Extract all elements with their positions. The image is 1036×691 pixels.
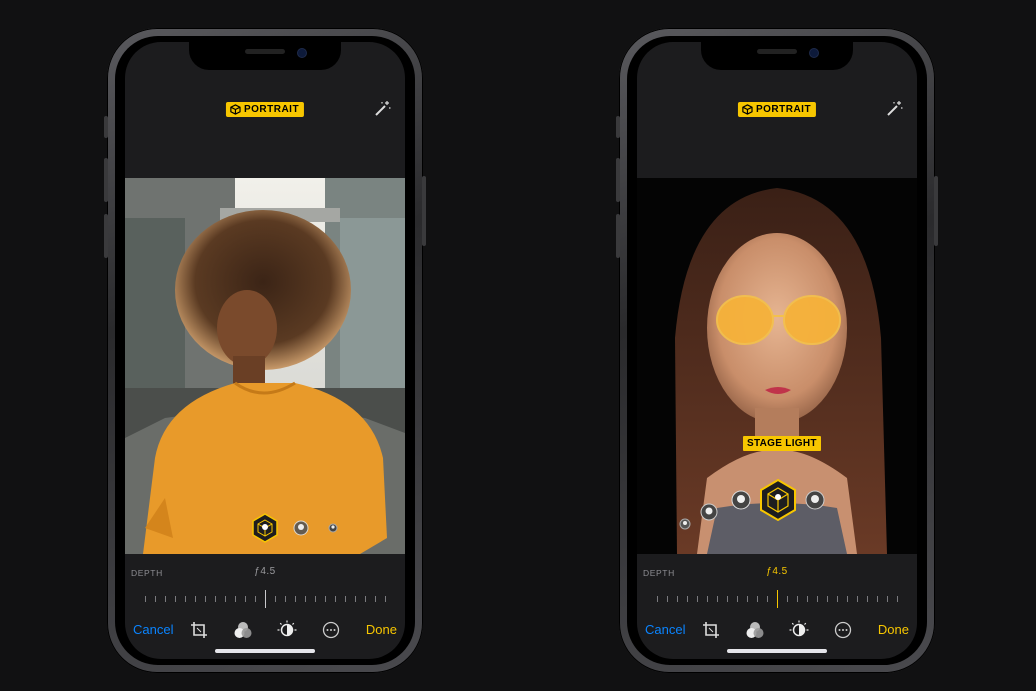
done-button[interactable]: Done <box>366 622 397 637</box>
slider-tick <box>315 596 316 602</box>
side-button <box>934 176 938 246</box>
slider-tick <box>657 596 658 602</box>
slider-tick <box>225 596 226 602</box>
slider-tick <box>285 596 286 602</box>
volume-up-button <box>104 158 108 202</box>
lighting-selector[interactable] <box>667 460 867 540</box>
cube-icon <box>230 104 241 115</box>
lighting-selector[interactable] <box>245 512 355 544</box>
adjust-icon[interactable] <box>277 620 297 640</box>
slider-tick <box>677 596 678 602</box>
slider-tick <box>365 596 366 602</box>
volume-down-button <box>104 214 108 258</box>
mode-label: PORTRAIT <box>755 104 812 115</box>
slider-tick <box>817 596 818 602</box>
magic-wand-icon[interactable] <box>885 100 903 118</box>
slider-tick <box>747 596 748 602</box>
slider-tick <box>325 596 326 602</box>
slider-tick <box>185 596 186 602</box>
slider-tick <box>275 596 276 602</box>
slider-tick <box>255 596 256 602</box>
slider-tick <box>215 596 216 602</box>
slider-tick <box>385 596 386 602</box>
depth-slider[interactable] <box>145 590 386 608</box>
slider-tick <box>155 596 156 602</box>
notch <box>189 42 341 70</box>
slider-tick <box>717 596 718 602</box>
photo-content <box>125 178 405 554</box>
more-icon[interactable] <box>321 620 341 640</box>
slider-tick <box>837 596 838 602</box>
home-indicator[interactable] <box>215 649 315 653</box>
slider-tick <box>847 596 848 602</box>
slider-tick <box>767 596 768 602</box>
slider-tick <box>175 596 176 602</box>
magic-wand-icon[interactable] <box>373 100 391 118</box>
cancel-button[interactable]: Cancel <box>645 622 685 637</box>
edit-toolbar: Cancel Done <box>125 620 405 642</box>
portrait-mode-badge[interactable]: PORTRAIT <box>737 102 817 117</box>
slider-tick <box>867 596 868 602</box>
volume-up-button <box>616 158 620 202</box>
side-button <box>422 176 426 246</box>
filters-icon[interactable] <box>745 620 765 640</box>
left-screen: PORTRAIT DEPTH ƒ4.5 Cancel Done <box>125 42 405 659</box>
slider-tick <box>707 596 708 602</box>
done-button[interactable]: Done <box>878 622 909 637</box>
slider-tick <box>165 596 166 602</box>
left-phone: PORTRAIT DEPTH ƒ4.5 Cancel Done <box>104 28 426 673</box>
crop-icon[interactable] <box>189 620 209 640</box>
stage-light-label: STAGE LIGHT <box>743 436 821 451</box>
fstop-value: ƒ4.5 <box>766 566 788 577</box>
slider-tick <box>195 596 196 602</box>
slider-tick <box>697 596 698 602</box>
cancel-button[interactable]: Cancel <box>133 622 173 637</box>
slider-tick <box>355 596 356 602</box>
slider-tick <box>757 596 758 602</box>
slider-tick <box>345 596 346 602</box>
slider-thumb[interactable] <box>265 590 266 608</box>
slider-tick <box>205 596 206 602</box>
slider-tick <box>235 596 236 602</box>
fstop-value: ƒ4.5 <box>254 566 276 577</box>
slider-tick <box>667 596 668 602</box>
slider-tick <box>145 596 146 602</box>
slider-tick <box>857 596 858 602</box>
slider-tick <box>827 596 828 602</box>
home-indicator[interactable] <box>727 649 827 653</box>
edit-toolbar: Cancel Done <box>637 620 917 642</box>
mute-switch <box>104 116 108 138</box>
slider-tick <box>245 596 246 602</box>
right-phone: PORTRAIT STAGE LIGHT DEPTH ƒ4.5 Cancel D… <box>616 28 938 673</box>
crop-icon[interactable] <box>701 620 721 640</box>
volume-down-button <box>616 214 620 258</box>
mode-label: PORTRAIT <box>243 104 300 115</box>
slider-tick <box>797 596 798 602</box>
slider-tick <box>887 596 888 602</box>
slider-tick <box>687 596 688 602</box>
slider-tick <box>375 596 376 602</box>
portrait-photo[interactable] <box>125 178 405 554</box>
slider-tick <box>737 596 738 602</box>
right-screen: PORTRAIT STAGE LIGHT DEPTH ƒ4.5 Cancel D… <box>637 42 917 659</box>
cube-icon <box>742 104 753 115</box>
more-icon[interactable] <box>833 620 853 640</box>
adjust-icon[interactable] <box>789 620 809 640</box>
slider-tick <box>897 596 898 602</box>
filters-icon[interactable] <box>233 620 253 640</box>
slider-tick <box>335 596 336 602</box>
slider-tick <box>295 596 296 602</box>
slider-tick <box>305 596 306 602</box>
slider-tick <box>727 596 728 602</box>
portrait-mode-badge[interactable]: PORTRAIT <box>225 102 305 117</box>
slider-tick <box>787 596 788 602</box>
slider-tick <box>807 596 808 602</box>
slider-tick <box>877 596 878 602</box>
mute-switch <box>616 116 620 138</box>
depth-slider[interactable] <box>657 590 898 608</box>
notch <box>701 42 853 70</box>
slider-thumb[interactable] <box>777 590 778 608</box>
